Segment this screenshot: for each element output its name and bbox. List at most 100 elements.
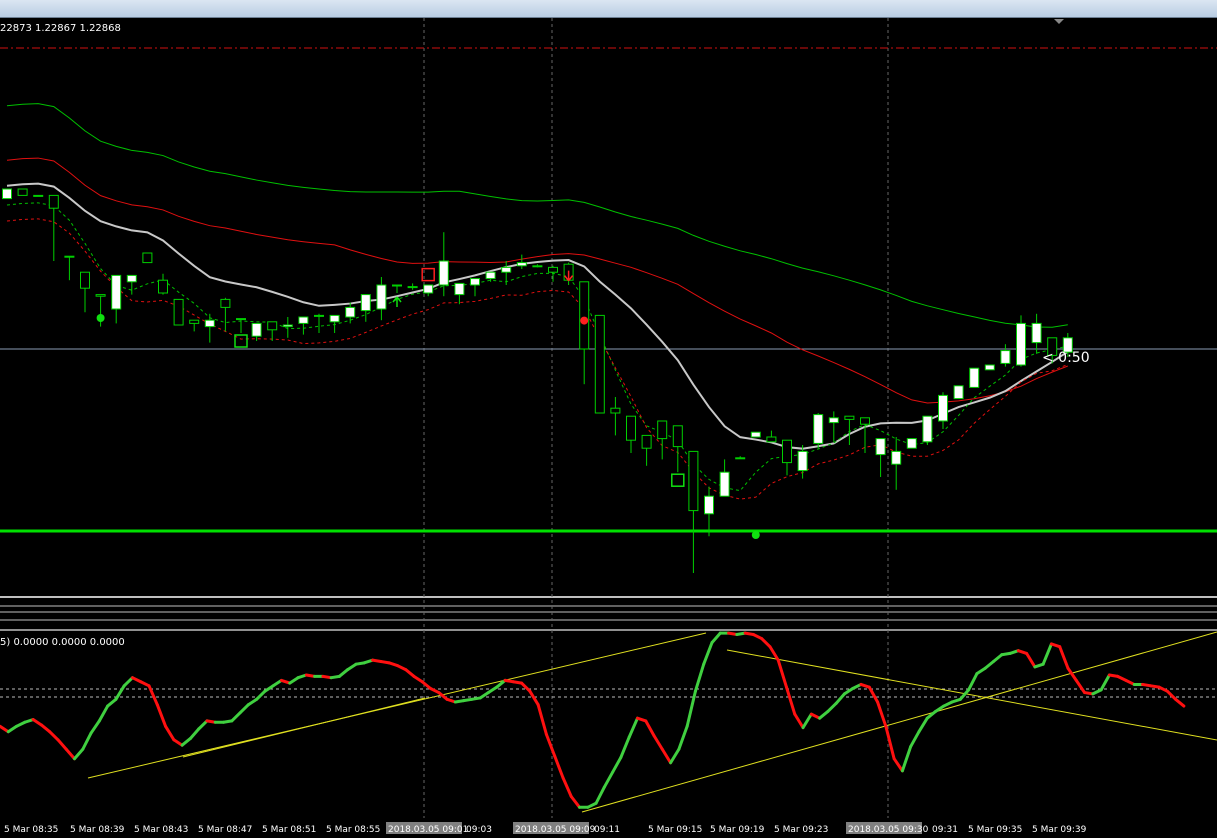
osc-segment: [1074, 678, 1087, 695]
osc-trendline-4: [182, 697, 426, 758]
osc-segment: [900, 745, 913, 773]
osc-segment: [255, 689, 267, 701]
candle-body: [80, 271, 90, 289]
ohlc-readout: 22873 1.22867 1.22868: [0, 23, 121, 34]
candle-body: [329, 314, 340, 323]
candle-body: [844, 415, 855, 420]
osc-segment: [188, 727, 201, 740]
oscillator-readout: 5) 0.0000 0.0000 0.0000: [0, 637, 125, 648]
osc-segment: [652, 734, 664, 751]
candle-body: [17, 188, 28, 196]
osc-segment: [660, 747, 673, 765]
candle-body: [454, 282, 465, 296]
osc-segment: [702, 641, 714, 666]
candle-body: [267, 321, 278, 331]
candle-body: [610, 407, 621, 414]
osc-segment: [677, 724, 689, 751]
candle-body: [2, 188, 12, 200]
time-tick-label: 5 Mar 09:15: [648, 825, 702, 835]
osc-segment: [73, 747, 85, 761]
osc-segment: [710, 631, 722, 645]
osc-segment: [528, 689, 540, 707]
osc-segment: [776, 658, 788, 689]
osc-segment: [197, 719, 209, 731]
candle-body: [392, 284, 402, 287]
candle-body: [906, 438, 917, 449]
candle-body: [938, 394, 948, 422]
time-tick-label: 2018.03.05 09:09: [515, 825, 596, 835]
candle-body: [875, 438, 886, 456]
candle-body: [766, 436, 777, 443]
candle-body: [189, 319, 200, 324]
osc-segment: [420, 680, 433, 690]
candle-body: [548, 266, 558, 273]
red-dot: [580, 316, 589, 325]
osc-segment: [544, 732, 557, 758]
candle-body: [813, 414, 824, 444]
osc-segment: [1058, 645, 1070, 670]
candle-body: [626, 415, 636, 441]
candle-body: [1031, 322, 1042, 344]
osc-segment: [122, 676, 134, 688]
time-tick-label: 09:11: [594, 825, 620, 835]
trading-chart[interactable]: 5 Mar 08:35 5 Mar 08:39 5 Mar 08:43 5 Mar 0…: [0, 0, 1217, 838]
candle-body: [314, 314, 324, 317]
candle-body: [704, 495, 714, 515]
osc-segment: [155, 703, 168, 728]
time-tick-label: 5 Mar 08:47: [198, 825, 252, 835]
green-dot-1: [96, 314, 105, 322]
osc-segment: [619, 735, 631, 759]
candle-body: [672, 425, 683, 448]
osc-segment: [991, 653, 1004, 663]
osc-segment: [39, 723, 52, 734]
candle-body: [516, 262, 527, 267]
candle-body: [922, 415, 933, 443]
osc-segment: [1174, 697, 1186, 708]
time-tick-label: 09:03: [466, 825, 492, 835]
candle-body: [158, 279, 168, 294]
osc-segment: [760, 637, 772, 649]
candle-body: [719, 471, 730, 497]
candle-body: [641, 434, 652, 449]
candle-body: [142, 252, 153, 264]
osc-segment: [669, 747, 681, 765]
time-tick-label: 5 Mar 08:51: [262, 825, 316, 835]
candle-body: [423, 284, 434, 294]
green-dot-2: [751, 531, 760, 539]
time-tick-label: 5 Mar 09:23: [774, 825, 828, 835]
candle-body: [485, 271, 496, 280]
candle-body: [594, 314, 605, 414]
candle-body: [1016, 322, 1026, 366]
osc-segment: [909, 730, 921, 749]
osc-segment: [180, 736, 192, 747]
time-axis: 5 Mar 08:35 5 Mar 08:39 5 Mar 08:43 5 Mar 0…: [4, 822, 1087, 835]
candle-body: [204, 319, 215, 328]
time-tick-label: 5 Mar 08:39: [70, 825, 125, 835]
bar-countdown: < 0:50: [1042, 350, 1090, 366]
osc-segment: [64, 747, 77, 761]
time-tick-label: 2018.03.05 09:01: [388, 825, 468, 835]
candle-body: [282, 324, 293, 328]
osc-segment: [884, 724, 896, 761]
candle-body: [251, 322, 262, 337]
candle-body: [236, 318, 246, 321]
candle-body: [220, 298, 231, 308]
time-tick-label: 5 Mar 08:35: [4, 825, 58, 835]
osc-segment: [1165, 689, 1178, 701]
osc-segment: [826, 701, 838, 713]
time-tick-label: 5 Mar 08:55: [326, 825, 380, 835]
candle-body: [48, 194, 59, 209]
time-tick-label: 09:31: [932, 825, 958, 835]
candle-body: [33, 194, 44, 197]
osc-segment: [876, 700, 888, 728]
candle-body: [984, 364, 995, 371]
candle-body: [735, 457, 746, 460]
candle-body: [501, 266, 512, 273]
osc-trendline-1: [87, 632, 707, 779]
candle-body: [953, 385, 964, 400]
osc-segment: [536, 703, 548, 736]
candle-body: [579, 281, 590, 350]
osc-segment: [644, 719, 656, 738]
osc-segment: [892, 757, 904, 773]
osc-segment: [818, 709, 830, 720]
